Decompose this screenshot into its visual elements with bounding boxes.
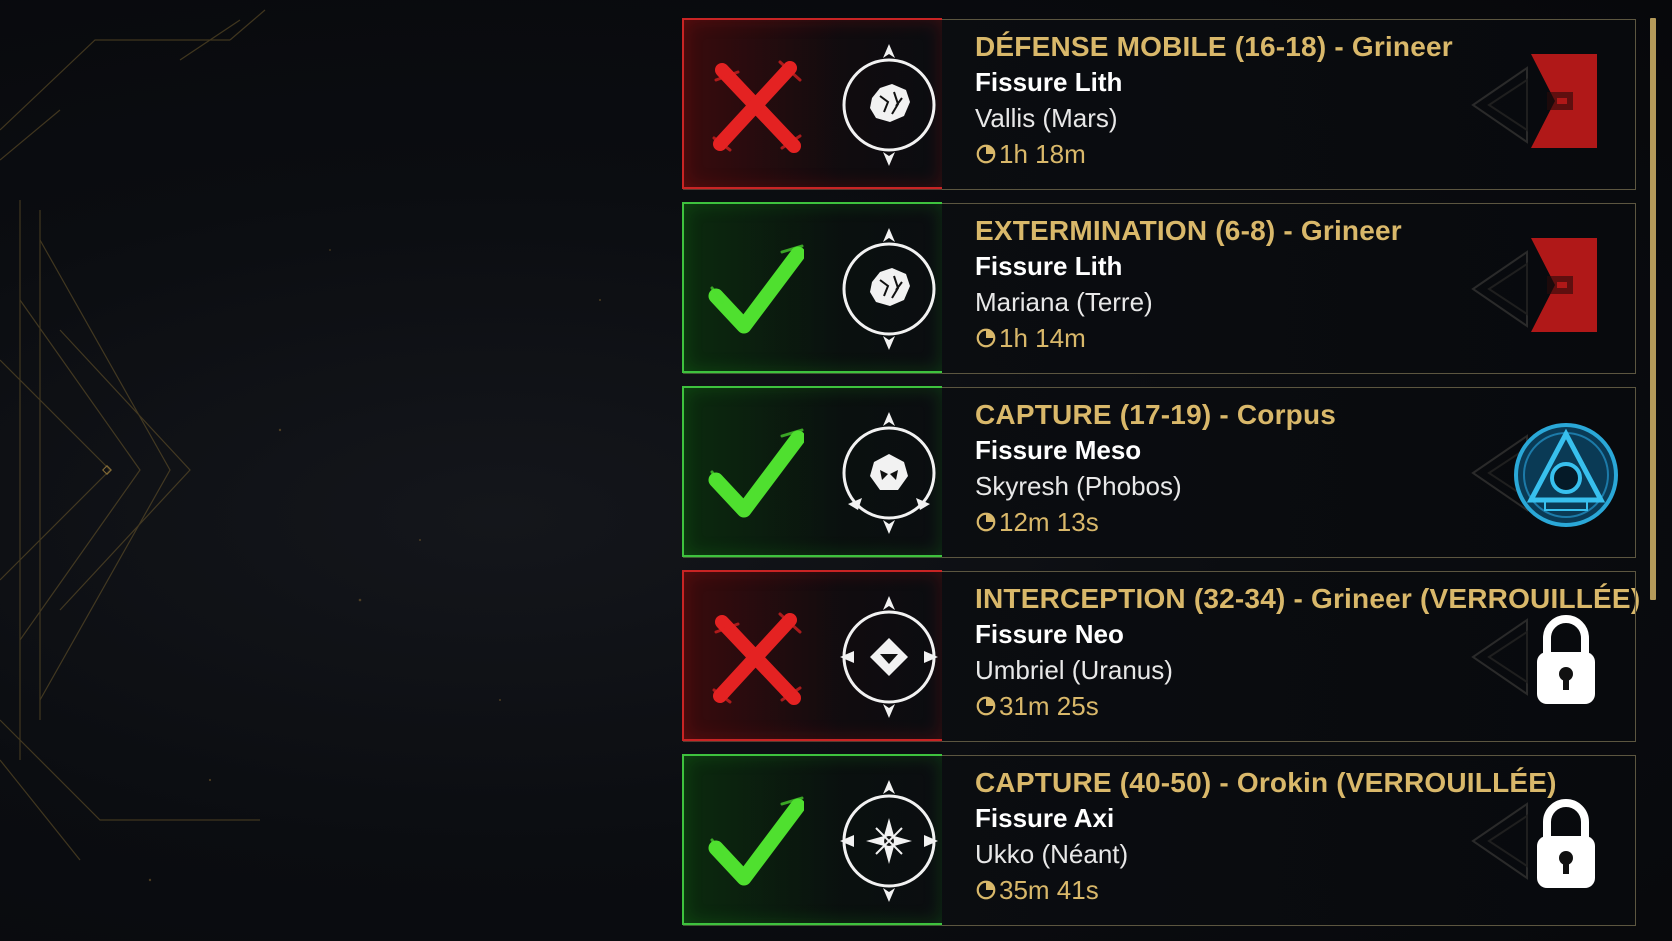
lith-relic-icon — [824, 40, 954, 170]
clock-icon — [976, 144, 996, 164]
lith-relic-icon — [824, 224, 954, 354]
check-icon — [708, 426, 806, 522]
background-ornament — [0, 9, 601, 882]
padlock-icon — [1465, 590, 1625, 724]
clock-icon — [976, 328, 996, 348]
corpus-emblem-icon — [1465, 406, 1625, 540]
clock-icon — [976, 696, 996, 716]
time-remaining: 1h 14m — [999, 323, 1086, 353]
mission-card[interactable]: EXTERMINATION (6-8) - Grineer Fissure Li… — [682, 202, 1636, 374]
check-icon — [708, 242, 806, 338]
check-icon — [708, 794, 806, 890]
time-remaining: 31m 25s — [999, 691, 1099, 721]
mission-card[interactable]: CAPTURE (40-50) - Orokin (VERROUILLÉE) F… — [682, 754, 1636, 926]
mission-card[interactable]: DÉFENSE MOBILE (16-18) - Grineer Fissure… — [682, 18, 1636, 190]
time-remaining: 35m 41s — [999, 875, 1099, 905]
meso-relic-icon — [824, 408, 954, 538]
clock-icon — [976, 512, 996, 532]
padlock-icon — [1465, 774, 1625, 908]
scrollbar-thumb[interactable] — [1650, 18, 1656, 600]
cross-icon — [708, 610, 804, 706]
axi-relic-icon — [824, 776, 954, 906]
mission-card[interactable]: INTERCEPTION (32-34) - Grineer (VERROUIL… — [682, 570, 1640, 742]
clock-icon — [976, 880, 996, 900]
time-remaining: 1h 18m — [999, 139, 1086, 169]
neo-relic-icon — [824, 592, 954, 722]
grineer-emblem-icon — [1465, 222, 1625, 356]
mission-card[interactable]: CAPTURE (17-19) - Corpus Fissure Meso Sk… — [682, 386, 1636, 558]
cross-icon — [708, 58, 804, 154]
grineer-emblem-icon — [1465, 38, 1625, 172]
fissure-mission-list: DÉFENSE MOBILE (16-18) - Grineer Fissure… — [682, 18, 1640, 939]
time-remaining: 12m 13s — [999, 507, 1099, 537]
